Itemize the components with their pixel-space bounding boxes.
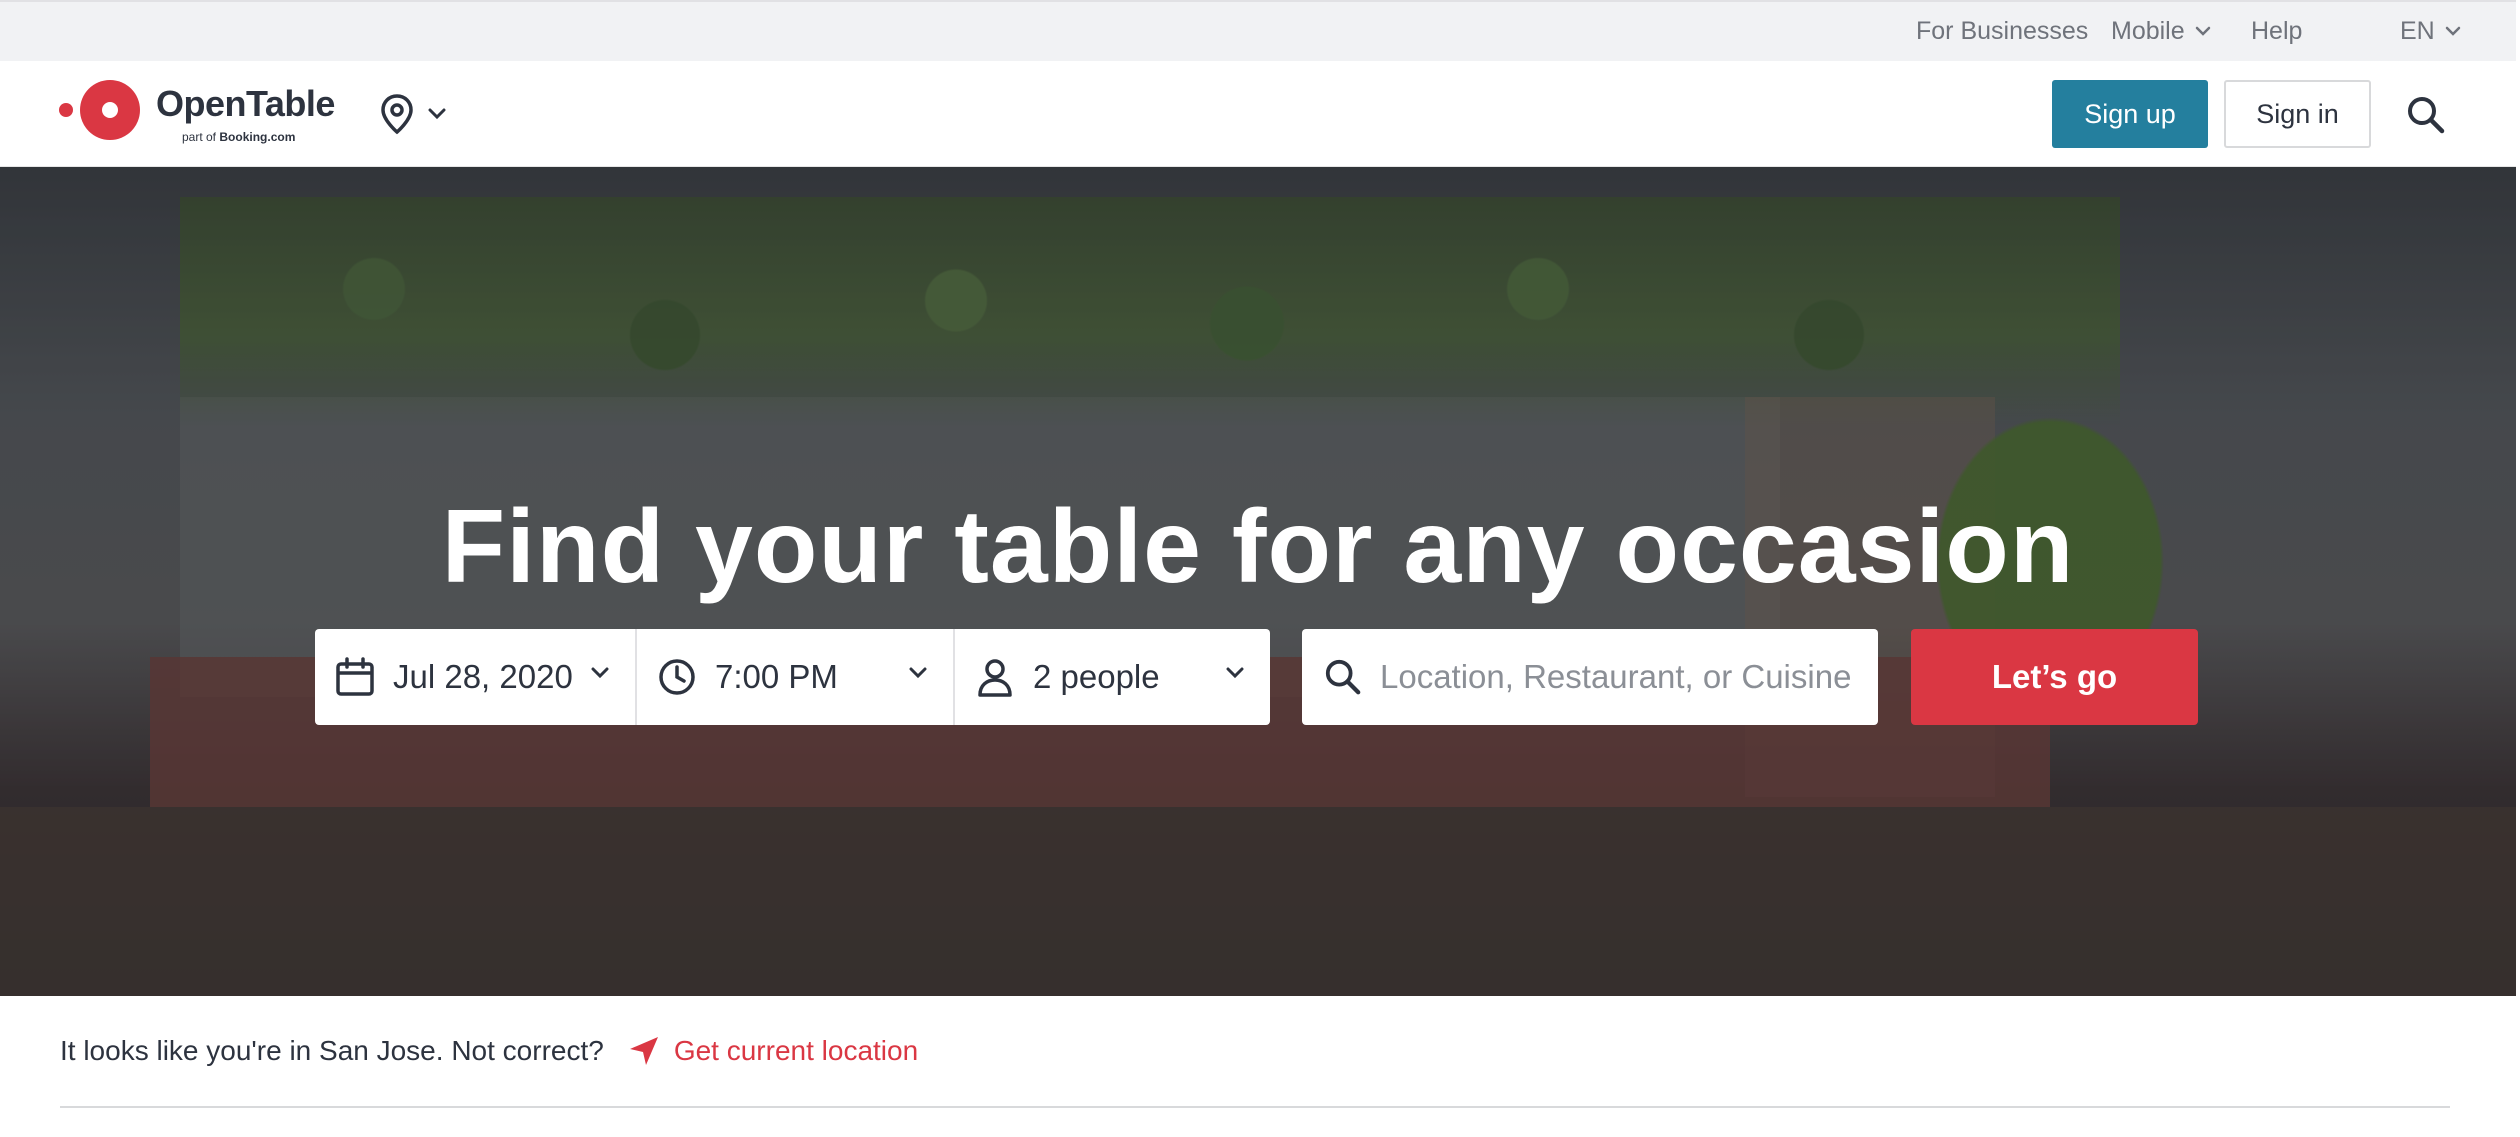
restaurant-search [1302, 629, 1878, 725]
help-label: Help [2251, 17, 2303, 45]
chevron-down-icon [2195, 26, 2210, 36]
navigation-arrow-icon [629, 1037, 658, 1065]
logo-sub-brand: Booking.com [219, 130, 296, 144]
calendar-icon [336, 657, 374, 696]
time-picker[interactable]: 7:00 PM [635, 629, 953, 725]
location-notice: It looks like you're in San Jose. Not co… [60, 1033, 918, 1069]
location-pin-icon [381, 94, 413, 135]
party-size-picker[interactable]: 2 people [953, 629, 1270, 725]
hero-title: Find your table for any occasion [441, 489, 2075, 605]
language-label: EN [2400, 17, 2435, 45]
chevron-down-icon [428, 108, 446, 120]
mobile-label: Mobile [2111, 17, 2185, 45]
clock-icon [659, 659, 695, 695]
person-icon [978, 659, 1012, 697]
utility-bar: For Businesses Mobile Help EN [0, 0, 2516, 61]
sign-up-button[interactable]: Sign up [2052, 80, 2208, 148]
language-menu[interactable]: EN [2400, 16, 2461, 46]
reservation-picker: Jul 28, 2020 7:00 PM 2 people [315, 629, 1270, 725]
hero-section: Find your table for any occasion Jul 28,… [0, 167, 2516, 996]
search-input[interactable] [1380, 658, 1850, 696]
for-businesses-label: For Businesses [1916, 17, 2089, 45]
sign-in-button[interactable]: Sign in [2224, 80, 2371, 148]
get-current-location-link[interactable]: Get current location [628, 1035, 918, 1067]
search-icon [1325, 659, 1361, 695]
mobile-menu[interactable]: Mobile [2111, 16, 2211, 46]
time-value: 7:00 PM [715, 658, 838, 695]
get-current-location-label: Get current location [673, 1035, 919, 1066]
chevron-down-icon [1226, 667, 1244, 679]
lets-go-button[interactable]: Let’s go [1911, 629, 2198, 725]
opentable-logo[interactable]: OpenTable part of Booking.com [58, 77, 338, 151]
logo-text: OpenTable [156, 83, 335, 124]
location-picker[interactable] [380, 91, 460, 137]
chevron-down-icon [591, 667, 609, 679]
party-size-value: 2 people [1033, 658, 1160, 695]
logo-subtitle: part of Booking.com [182, 130, 295, 144]
main-header: OpenTable part of Booking.com Sign up Si… [0, 61, 2516, 167]
help-link[interactable]: Help [2251, 16, 2302, 46]
search-icon [2408, 97, 2445, 134]
section-divider [60, 1106, 2450, 1108]
chevron-down-icon [2445, 26, 2460, 36]
for-businesses-link[interactable]: For Businesses [1916, 16, 2088, 46]
date-picker[interactable]: Jul 28, 2020 [315, 629, 635, 725]
location-message: It looks like you're in San Jose. Not co… [60, 1035, 604, 1066]
date-value: Jul 28, 2020 [393, 658, 573, 695]
chevron-down-icon [909, 667, 927, 679]
header-search-button[interactable] [2406, 95, 2446, 135]
logo-sub-prefix: part of [182, 130, 217, 144]
opentable-logo-mark [59, 80, 140, 140]
